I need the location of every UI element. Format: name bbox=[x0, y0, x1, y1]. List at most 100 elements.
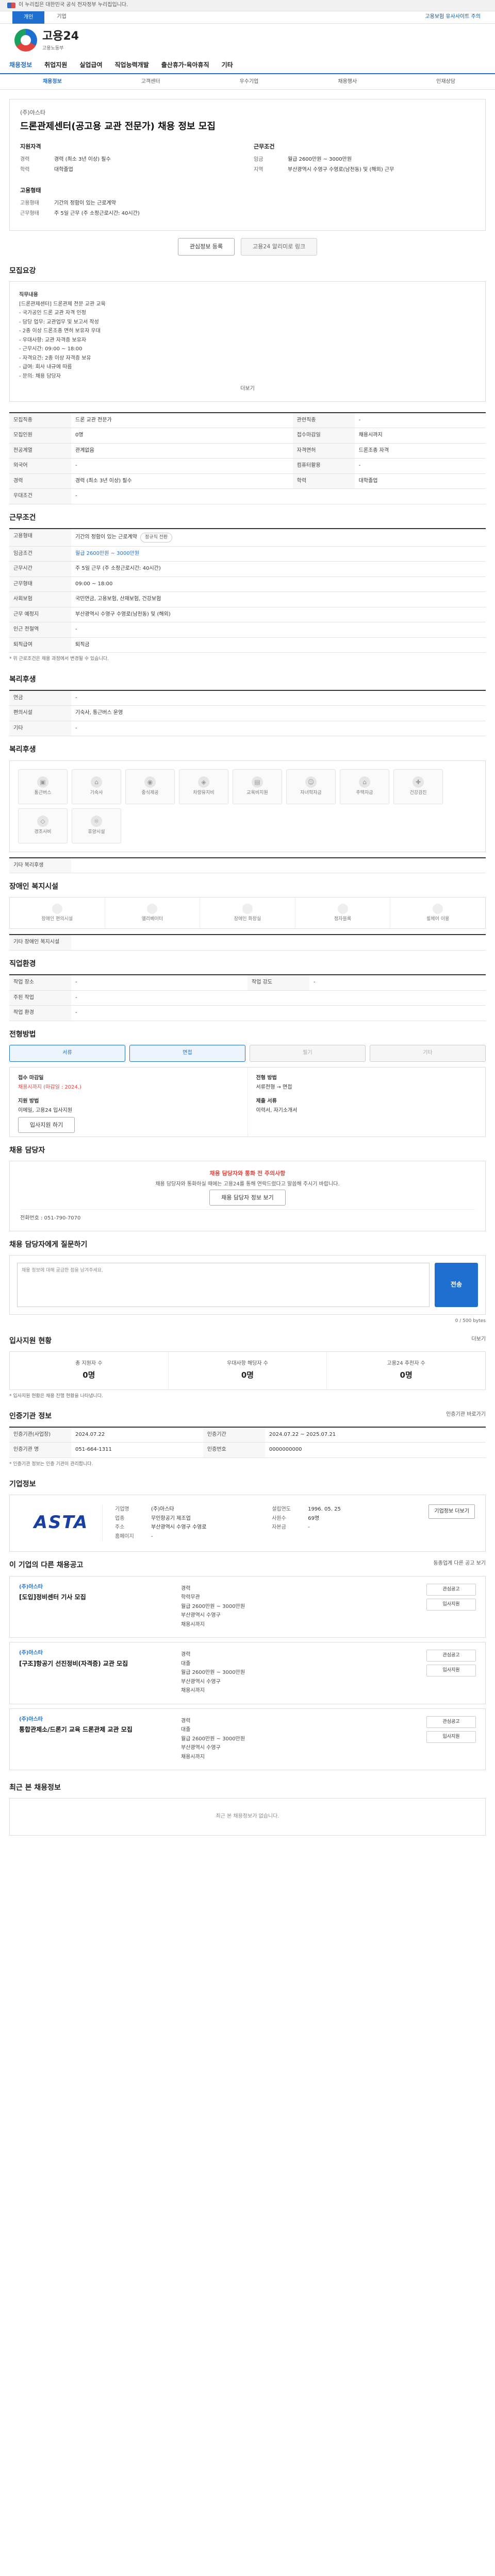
method-tab-3[interactable]: 기타 bbox=[370, 1045, 486, 1062]
welfare-item-0: ▣ 통근버스 bbox=[18, 769, 68, 804]
subnav-item-3[interactable]: 채용행사 bbox=[298, 74, 397, 89]
job-k-2: 작업 환경 bbox=[9, 1005, 71, 1021]
qual-key-1: 학력 bbox=[20, 167, 30, 173]
company-title: 기업정보 bbox=[9, 1480, 36, 1489]
other-co-0[interactable]: (주)아스타 bbox=[19, 1584, 174, 1591]
logo-icon[interactable] bbox=[14, 29, 37, 52]
job-k-0: 작업 장소 bbox=[9, 975, 71, 991]
health-icon: ✚ bbox=[412, 776, 424, 788]
restroom-icon bbox=[242, 903, 253, 914]
jd-more-button[interactable]: 더보기 bbox=[19, 385, 476, 393]
ci-v-3: - bbox=[151, 1533, 153, 1539]
nav-item-2[interactable]: 실업급여 bbox=[73, 57, 108, 73]
register-link[interactable]: 인증기관 바로가기 bbox=[446, 1411, 486, 1419]
nav-item-0[interactable]: 채용정보 bbox=[3, 57, 38, 73]
logo-name[interactable]: 고용24 bbox=[42, 28, 79, 45]
share-button[interactable]: 고용24 알리미로 링크 bbox=[241, 238, 318, 256]
emp-val-1: 주 5일 근무 (주 소정근로시간: 40시간) bbox=[54, 211, 140, 217]
nav-item-1[interactable]: 취업지원 bbox=[38, 57, 73, 73]
sum-v-5: - bbox=[71, 488, 486, 504]
care-item-0: 장애인 편의시설 bbox=[10, 897, 105, 929]
welfare-label-4: 교육비지원 bbox=[246, 790, 268, 796]
other-btn2-2[interactable]: 입사지원 bbox=[426, 1731, 476, 1743]
company-more-button[interactable]: 기업정보 더보기 bbox=[428, 1504, 475, 1519]
car-icon: ◈ bbox=[198, 776, 209, 788]
subnav-item-0[interactable]: 채용정보 bbox=[3, 74, 102, 89]
company-name[interactable]: (주)아스타 bbox=[20, 109, 475, 117]
reg-k-1: 인증기관 명 bbox=[9, 1442, 71, 1458]
sum-v2-0: - bbox=[354, 412, 486, 429]
other-btn2-0[interactable]: 입사지원 bbox=[426, 1598, 476, 1611]
page-bottom-space bbox=[9, 1836, 486, 1867]
job-v-0: - bbox=[71, 975, 248, 991]
other-e-0: 채용시까지 bbox=[181, 1621, 205, 1628]
manager-warn: 채용 담당자와 통화 전 주의사항 bbox=[209, 1170, 286, 1177]
company-logo: ASTA bbox=[20, 1504, 103, 1541]
welfare-label-3: 차량유지비 bbox=[193, 790, 214, 796]
other-btn1-1[interactable]: 관심공고 bbox=[426, 1650, 476, 1662]
others-link[interactable]: 동종업계 다른 공고 보기 bbox=[433, 1560, 486, 1568]
question-input[interactable]: 채용 정보에 대해 궁금한 점을 남겨주세요. bbox=[17, 1263, 430, 1308]
method-tab-2[interactable]: 필기 bbox=[250, 1045, 366, 1062]
stats-more-link[interactable]: 더보기 bbox=[471, 1336, 486, 1344]
other-title-2[interactable]: 통합관제소/드론기 교육 드론관제 교관 모집 bbox=[19, 1725, 174, 1734]
other-b-2: 대졸 bbox=[181, 1727, 191, 1733]
apply-v: 이메일, 고용24 입사지원 bbox=[18, 1108, 73, 1114]
sum-k-0: 모집직종 bbox=[9, 412, 71, 429]
other-d-2: 부산광역시 수영구 bbox=[181, 1745, 221, 1751]
other-btn1-2[interactable]: 관심공고 bbox=[426, 1716, 476, 1728]
question-send-button[interactable]: 전송 bbox=[435, 1263, 478, 1308]
other-title-1[interactable]: [구조]항공기 선진정비(자격증) 교관 모집 bbox=[19, 1659, 174, 1668]
jd-title: 모집요강 bbox=[9, 266, 36, 275]
recent-box: 최근 본 채용정보가 없습니다. bbox=[9, 1798, 486, 1836]
sum-k-2: 전공계열 bbox=[9, 443, 71, 459]
sum-k2-0: 관련직종 bbox=[292, 412, 355, 429]
other-btn2-1[interactable]: 입사지원 bbox=[426, 1665, 476, 1677]
sum-v-4: 경력 (최소 3년 이상) 필수 bbox=[71, 473, 293, 489]
welfare-label-9: 휴양시설 bbox=[88, 829, 105, 835]
sum-v2-4: 대학졸업 bbox=[354, 473, 486, 489]
other-b-1: 대졸 bbox=[181, 1660, 191, 1667]
nav-item-3[interactable]: 직업능력개발 bbox=[109, 57, 155, 73]
resort-icon: ☼ bbox=[91, 816, 102, 827]
nav-item-4[interactable]: 출산휴가·육아휴직 bbox=[155, 57, 216, 73]
subnav-item-1[interactable]: 고객센터 bbox=[102, 74, 200, 89]
other-a-1: 경력 bbox=[181, 1652, 191, 1658]
ci-v-2: 부산광역시 수영구 수영로 bbox=[151, 1524, 207, 1531]
cond-row-v-5: 퇴직금 bbox=[71, 637, 486, 653]
other-post-0: (주)아스타 [도입]정비센터 기사 모집 경력 학력무관 월급 2600만원 ~ 3… bbox=[9, 1575, 486, 1638]
other-co-1[interactable]: (주)아스타 bbox=[19, 1650, 174, 1657]
welfare-item-4: ▤ 교육비지원 bbox=[233, 769, 282, 804]
notice-link[interactable]: 고용보험 유사사이트 주의 bbox=[425, 13, 495, 21]
method-tab-1[interactable]: 면접 bbox=[129, 1045, 245, 1062]
cond-title: 근무조건 bbox=[254, 143, 275, 150]
bokri-title: 복리후생 bbox=[9, 675, 36, 684]
sum-v2-2: 드론조종 자격 bbox=[354, 443, 486, 459]
qual-val-0: 경력 (최소 3년 이상) 필수 bbox=[54, 156, 111, 162]
jd-line-6: - 근무시간: 09:00 ~ 18:00 bbox=[19, 346, 82, 352]
jd-line-7: - 자격요건: 2종 이상 자격증 보유 bbox=[19, 355, 91, 361]
other-title-0[interactable]: [도입]정비센터 기사 모집 bbox=[19, 1593, 174, 1602]
welfare-etc-table: 기타 복리후생 bbox=[9, 857, 486, 874]
subnav-item-4[interactable]: 인재상담 bbox=[397, 74, 495, 89]
bokri-k-2: 기타 bbox=[9, 721, 71, 737]
manager-info-button[interactable]: 채용 담당자 정보 보기 bbox=[209, 1189, 286, 1206]
welfare-item-9: ☼ 휴양시설 bbox=[72, 808, 121, 843]
welfare-grid: ▣ 통근버스 ⌂ 기숙사 ◉ 중식제공 ◈ 차량유지비 ▤ 교육비지원 ☺ 자녀학자금 ⌂ 주… bbox=[9, 760, 486, 852]
other-co-2[interactable]: (주)아스타 bbox=[19, 1716, 174, 1724]
method-tab-0[interactable]: 서류 bbox=[9, 1045, 125, 1062]
scrap-button[interactable]: 관심정보 등록 bbox=[177, 238, 235, 256]
emp-title: 고용형태 bbox=[20, 187, 41, 194]
stat-k-1: 우대사항 해당자 수 bbox=[227, 1361, 268, 1367]
ci-v-1: 무인항공기 제조업 bbox=[151, 1515, 191, 1521]
subnav-item-2[interactable]: 우수기업 bbox=[200, 74, 299, 89]
ci-k-0: 기업명 bbox=[115, 1506, 129, 1513]
welfare-label-2: 중식제공 bbox=[141, 790, 159, 796]
nav-item-5[interactable]: 기타 bbox=[216, 57, 239, 73]
jd-line-4: - 2종 이상 드론조종 면허 보유자 우대 bbox=[19, 328, 101, 334]
tab-personal[interactable]: 개인 bbox=[12, 11, 45, 24]
apply-button[interactable]: 입사지원 하기 bbox=[18, 1116, 75, 1133]
tab-company[interactable]: 기업 bbox=[50, 13, 73, 21]
other-btn1-0[interactable]: 관심공고 bbox=[426, 1583, 476, 1596]
sum-k2-2: 자격면허 bbox=[292, 443, 355, 459]
